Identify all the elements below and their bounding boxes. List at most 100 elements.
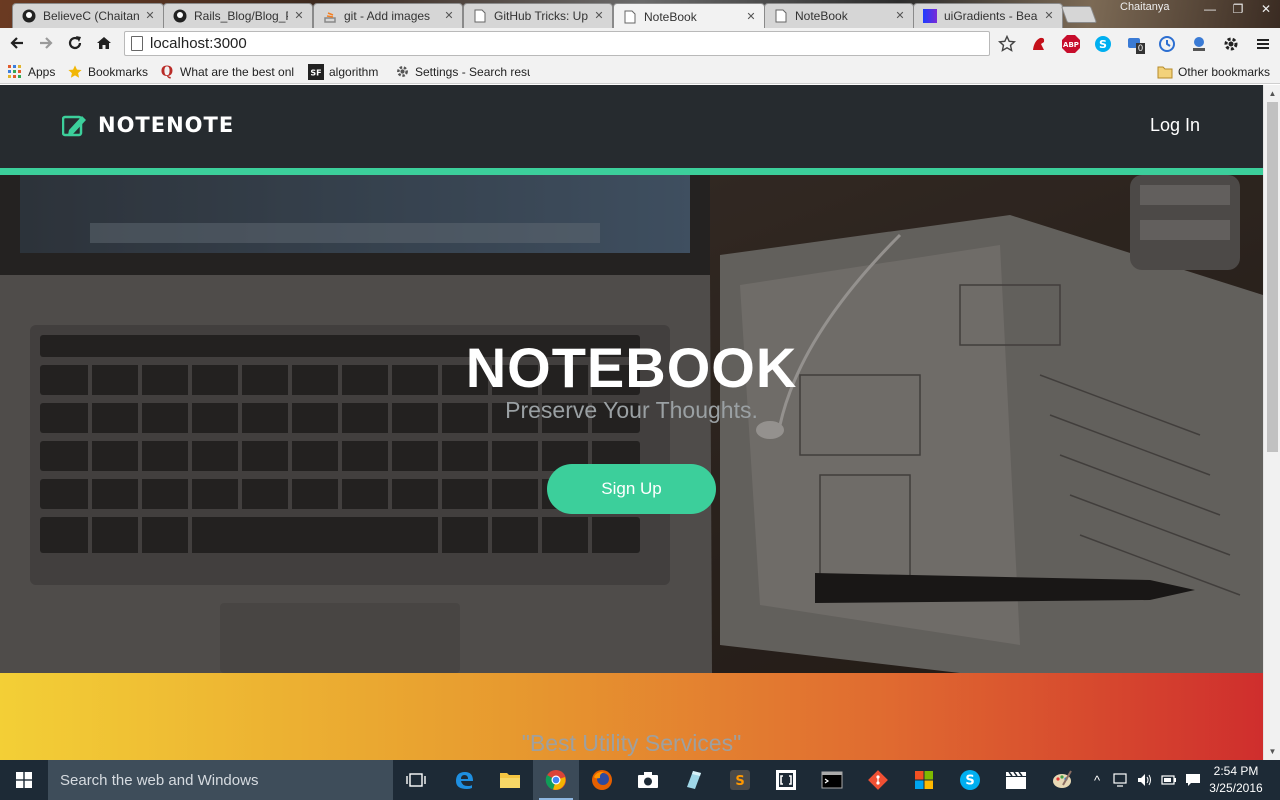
action-center-icon[interactable] bbox=[1184, 772, 1202, 788]
scroll-up-arrow-icon[interactable]: ▲ bbox=[1264, 85, 1280, 102]
bookmark-label: Settings - Search resu bbox=[415, 64, 530, 79]
taskbar-brackets[interactable] bbox=[763, 760, 809, 800]
restore-window-icon[interactable]: ❐ bbox=[1224, 0, 1252, 20]
taskbar-clock[interactable]: 2:54 PM 3/25/2016 bbox=[1208, 763, 1264, 797]
history-extension-icon[interactable] bbox=[1157, 34, 1177, 54]
taskbar-camera[interactable] bbox=[625, 760, 671, 800]
settings-extension-gear-icon[interactable] bbox=[1221, 34, 1241, 54]
show-desktop-button[interactable] bbox=[1266, 760, 1280, 800]
minimize-window-icon[interactable]: — bbox=[1196, 0, 1224, 20]
start-button[interactable] bbox=[0, 760, 48, 800]
page-viewport: NOTENOTE Log In NOTEBOOK Preserve Your T… bbox=[0, 85, 1263, 760]
close-tab-icon[interactable]: ✕ bbox=[744, 10, 758, 24]
extension-with-badge-icon[interactable]: 0 bbox=[1125, 34, 1146, 54]
bookmark-star-icon[interactable] bbox=[997, 34, 1017, 54]
lastpass-extension-icon[interactable] bbox=[1029, 34, 1049, 54]
page-icon bbox=[622, 9, 638, 25]
bookmark-label: What are the best onl bbox=[180, 64, 295, 79]
network-icon[interactable] bbox=[1112, 772, 1130, 788]
browser-tab-active[interactable]: NoteBook ✕ bbox=[613, 3, 765, 28]
browser-tab-strip: BelieveC (Chaitanya ✕ Rails_Blog/Blog_P … bbox=[0, 0, 1280, 28]
services-heading: "Best Utility Services" bbox=[521, 730, 742, 756]
bookmark-algorithm[interactable]: SF algorithm bbox=[308, 62, 378, 81]
browser-tab[interactable]: GitHub Tricks: Up ✕ bbox=[463, 3, 613, 28]
back-button[interactable] bbox=[4, 31, 30, 55]
taskbar-store[interactable] bbox=[901, 760, 947, 800]
quora-icon: Q bbox=[160, 63, 174, 80]
home-button[interactable] bbox=[91, 31, 117, 55]
close-tab-icon[interactable]: ✕ bbox=[893, 9, 907, 23]
taskbar-file-explorer[interactable] bbox=[487, 760, 533, 800]
profile-name[interactable]: Chaitanya bbox=[1120, 1, 1170, 13]
adblock-plus-icon[interactable]: ABP bbox=[1061, 34, 1081, 54]
hero-overlay bbox=[0, 175, 1263, 673]
volume-icon[interactable] bbox=[1136, 772, 1154, 788]
browser-tab[interactable]: BelieveC (Chaitanya ✕ bbox=[12, 3, 164, 28]
close-tab-icon[interactable]: ✕ bbox=[292, 9, 306, 23]
taskbar-notes-app[interactable] bbox=[671, 760, 717, 800]
show-hidden-icons-chevron-icon[interactable]: ^ bbox=[1088, 772, 1106, 788]
windows-logo-icon bbox=[16, 772, 32, 788]
login-link[interactable]: Log In bbox=[1150, 115, 1200, 136]
site-navbar: NOTENOTE Log In bbox=[0, 85, 1263, 168]
browser-tab[interactable]: Rails_Blog/Blog_P ✕ bbox=[163, 3, 313, 28]
taskbar-command-prompt[interactable] bbox=[809, 760, 855, 800]
download-extension-icon[interactable] bbox=[1189, 34, 1209, 54]
close-tab-icon[interactable]: ✕ bbox=[143, 9, 157, 23]
other-bookmarks[interactable]: Other bookmarks bbox=[1157, 62, 1270, 81]
taskbar-git[interactable] bbox=[855, 760, 901, 800]
bookmark-label: Apps bbox=[28, 64, 56, 79]
forward-button[interactable] bbox=[33, 31, 59, 55]
close-window-icon[interactable]: ✕ bbox=[1252, 0, 1280, 20]
page-info-icon[interactable] bbox=[131, 36, 143, 51]
taskbar-edge[interactable] bbox=[441, 760, 487, 800]
scrollbar-thumb[interactable] bbox=[1267, 102, 1278, 452]
hero-title: NOTEBOOK bbox=[465, 336, 798, 399]
apps-grid-icon bbox=[7, 64, 23, 80]
sf-icon: SF bbox=[308, 63, 324, 80]
skype-extension-icon[interactable]: S bbox=[1093, 34, 1113, 54]
close-tab-icon[interactable]: ✕ bbox=[442, 9, 456, 23]
reload-button[interactable] bbox=[62, 31, 88, 55]
taskbar-search-box[interactable]: Search the web and Windows bbox=[48, 760, 393, 800]
svg-text:S: S bbox=[1099, 38, 1107, 51]
bookmark-settings[interactable]: Settings - Search resu bbox=[394, 62, 530, 81]
sign-up-button[interactable]: Sign Up bbox=[547, 464, 716, 514]
page-scrollbar[interactable]: ▲ ▼ bbox=[1263, 85, 1280, 760]
taskbar-chrome[interactable] bbox=[533, 760, 579, 800]
bookmark-quora[interactable]: Q What are the best onl bbox=[159, 62, 297, 81]
star-icon bbox=[67, 64, 83, 80]
site-logo[interactable]: NOTENOTE bbox=[62, 113, 234, 137]
clock-date: 3/25/2016 bbox=[1209, 781, 1263, 795]
bookmark-apps[interactable]: Apps bbox=[7, 62, 55, 81]
scroll-down-arrow-icon[interactable]: ▼ bbox=[1264, 743, 1280, 760]
address-bar[interactable]: localhost:3000 bbox=[124, 31, 990, 56]
skype-icon: S bbox=[960, 770, 980, 790]
chrome-menu-icon[interactable] bbox=[1253, 34, 1273, 54]
svg-text:ABP: ABP bbox=[1063, 41, 1079, 49]
firefox-icon bbox=[592, 770, 612, 790]
reload-icon bbox=[68, 36, 82, 50]
browser-tab[interactable]: NoteBook ✕ bbox=[764, 3, 914, 28]
close-tab-icon[interactable]: ✕ bbox=[1042, 9, 1056, 23]
bookmark-label: algorithm bbox=[329, 64, 379, 79]
browser-tab[interactable]: uiGradients - Bea ✕ bbox=[913, 3, 1063, 28]
taskbar-paint[interactable] bbox=[1039, 760, 1085, 800]
tab-title: NoteBook bbox=[644, 9, 697, 24]
browser-tab[interactable]: git - Add images ✕ bbox=[313, 3, 463, 28]
battery-icon[interactable] bbox=[1160, 772, 1178, 788]
home-icon bbox=[97, 37, 111, 49]
windows-taskbar: Search the web and Windows S S ^ 2:54 PM… bbox=[0, 760, 1280, 800]
terminal-icon bbox=[821, 771, 843, 789]
taskbar-skype[interactable]: S bbox=[947, 760, 993, 800]
task-view-button[interactable] bbox=[393, 760, 439, 800]
close-tab-icon[interactable]: ✕ bbox=[592, 9, 606, 23]
taskbar-movies[interactable] bbox=[993, 760, 1039, 800]
bookmark-bookmarks[interactable]: Bookmarks bbox=[67, 62, 148, 81]
new-tab-button[interactable] bbox=[1060, 6, 1098, 23]
taskbar-firefox[interactable] bbox=[579, 760, 625, 800]
paint-palette-icon bbox=[1053, 770, 1072, 788]
camera-icon bbox=[638, 772, 658, 788]
edge-icon bbox=[456, 772, 473, 789]
taskbar-sublime-text[interactable]: S bbox=[717, 760, 763, 800]
